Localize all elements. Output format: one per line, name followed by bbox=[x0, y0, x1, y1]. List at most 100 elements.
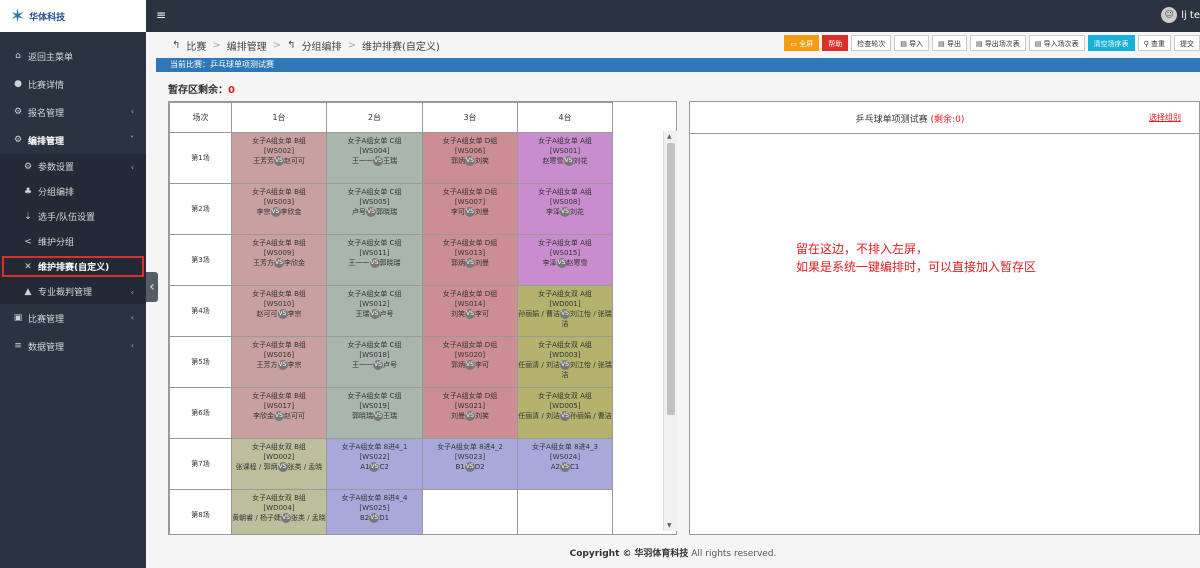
match-card[interactable]: 女子A组女单 8进4_2 [WS023] B1VSD2 bbox=[422, 438, 518, 490]
submit-button[interactable]: 提交 bbox=[1174, 35, 1200, 51]
player-1: 李泽 bbox=[542, 259, 557, 267]
match-card[interactable]: 女子A组女单 B组 [WS002] 王芳芳VS赵可可 bbox=[231, 132, 327, 184]
match-card[interactable]: 女子A组女双 B组 [WD002] 张课程 / 郭炳VS张类 / 孟晓 bbox=[231, 438, 327, 490]
sidebar-item-maintain-schedule[interactable]: ✕ 维护排赛(自定义) bbox=[0, 254, 146, 279]
sidebar-item-registration[interactable]: ⚙ 报名管理 ‹ bbox=[0, 98, 146, 126]
match-players: 刘曼VS刘笑 bbox=[423, 411, 517, 421]
match-card[interactable]: 女子A组女双 A组 [WD005] 任丽清 / 刘洁VS孙丽娟 / 曹洁 bbox=[517, 387, 613, 439]
back-arrow-icon[interactable]: ↰ bbox=[287, 40, 295, 51]
sidebar-item-data-manage[interactable]: ≡ 数据管理 ‹ bbox=[0, 332, 146, 360]
share-icon: < bbox=[24, 236, 32, 247]
vs-icon: VS bbox=[277, 462, 288, 472]
scroll-thumb[interactable] bbox=[667, 143, 675, 415]
sidebar-item-match-manage[interactable]: ▣ 比赛管理 ‹ bbox=[0, 304, 146, 332]
match-card[interactable]: 女子A组女单 D组 [WS013] 郭炳VS刘曼 bbox=[422, 234, 518, 286]
match-card[interactable]: 女子A组女单 A组 [WS015] 李泽VS赵寒雪 bbox=[517, 234, 613, 286]
match-card[interactable]: 女子A组女单 8进4_3 [WS024] A2VSC1 bbox=[517, 438, 613, 490]
match-card[interactable]: 女子A组女单 B组 [WS017] 李欣金VS赵可可 bbox=[231, 387, 327, 439]
match-card[interactable]: 女子A组女双 A组 [WD001] 孙丽娟 / 曹洁VS刘江怡 / 张瑞洁 bbox=[517, 285, 613, 337]
sidebar-item-arrangement[interactable]: ⚙ 编排管理 ˅ bbox=[0, 126, 146, 154]
clear-schedule-button[interactable]: 清空场序表 bbox=[1087, 35, 1135, 51]
round-label: 第7场 bbox=[169, 438, 232, 490]
help-button[interactable]: 帮助 bbox=[822, 35, 849, 51]
match-id: [WS003] bbox=[263, 198, 295, 206]
vs-icon: VS bbox=[369, 462, 380, 472]
match-card[interactable]: 女子A组女双 B组 [WD004] 黄朝睿 / 杨子婕VS张类 / 孟晓 bbox=[231, 489, 327, 534]
match-card[interactable]: 女子A组女单 B组 [WS010] 赵可可VS李宗 bbox=[231, 285, 327, 337]
player-2: 赵可可 bbox=[284, 157, 305, 165]
match-id: [WS005] bbox=[359, 198, 390, 206]
select-group-link[interactable]: 选择组别 bbox=[1149, 112, 1181, 123]
sidebar-item-grouping[interactable]: ♣ 分组编排 bbox=[0, 179, 146, 204]
match-card[interactable]: 女子A组女单 C组 [WS011] 王一一VS郭晓瑞 bbox=[326, 234, 423, 286]
import-button[interactable]: ▤ 导入 bbox=[894, 35, 930, 51]
logo[interactable]: ✶ 华体科技 bbox=[0, 0, 146, 32]
scroll-up-icon[interactable]: ▲ bbox=[667, 133, 672, 140]
match-players: 郭晓瑞VS王瑞 bbox=[327, 411, 422, 421]
schedule-scrollbar[interactable]: ▲ ▼ bbox=[663, 131, 677, 531]
export-schedule-button[interactable]: ▤ 导出场次表 bbox=[969, 35, 1026, 51]
schedule-grid: 场次 1台 2台 3台 4台 第1场 女子A组女单 B组 [WS002] 王芳芳VS赵可可 女子… bbox=[169, 102, 613, 534]
match-card[interactable]: 女子A组女单 B组 [WS003] 李宗VS李欣金 bbox=[231, 183, 327, 235]
vs-icon: VS bbox=[277, 309, 288, 319]
check-rounds-button[interactable]: 检查轮次 bbox=[851, 35, 892, 51]
match-card[interactable]: 女子A组女单 A组 [WS008] 李泽VS刘花 bbox=[517, 183, 613, 235]
match-card[interactable]: 女子A组女单 B组 [WS009] 王芳方VS李欣金 bbox=[231, 234, 327, 286]
empty-slot[interactable] bbox=[517, 489, 613, 534]
match-id: [WS007] bbox=[454, 198, 486, 206]
sidebar-item-params[interactable]: ⚙ 参数设置 ‹ bbox=[0, 154, 146, 179]
match-card[interactable]: 女子A组女单 A组 [WS001] 赵寒雪VS刘花 bbox=[517, 132, 613, 184]
sidebar-item-maintain-group[interactable]: < 维护分组 bbox=[0, 229, 146, 254]
empty-slot[interactable] bbox=[422, 489, 518, 534]
sidebar-item-back[interactable]: ⌂ 返回主菜单 bbox=[0, 42, 146, 70]
random-icon: ✕ bbox=[24, 261, 32, 272]
match-card[interactable]: 女子A组女单 8进4_1 [WS022] A1VSC2 bbox=[326, 438, 423, 490]
vs-icon: VS bbox=[563, 156, 574, 166]
user-menu[interactable]: ☺ lj te bbox=[1161, 7, 1200, 23]
sidebar-item-label: 选手/队伍设置 bbox=[38, 213, 96, 223]
match-card[interactable]: 女子A组女单 D组 [WS020] 郭炳VS李可 bbox=[422, 336, 518, 388]
menu-toggle-icon[interactable]: ≡ bbox=[156, 8, 166, 22]
match-group: 女子A组女单 D组 bbox=[442, 188, 498, 196]
match-card[interactable]: 女子A组女单 C组 [WS018] 王一一VS卢号 bbox=[326, 336, 423, 388]
vs-icon: VS bbox=[274, 258, 284, 268]
back-arrow-icon[interactable]: ↰ bbox=[172, 40, 180, 51]
match-card[interactable]: 女子A组女单 C组 [WS012] 王瑞VS卢号 bbox=[326, 285, 423, 337]
holding-area-note: 留在这边，不排入左屏， 如果是系统一键编排时，可以直接加入暂存区 bbox=[796, 242, 1037, 274]
match-card[interactable]: 女子A组女双 A组 [WD003] 任丽清 / 刘洁VS刘江怡 / 张瑞洁 bbox=[517, 336, 613, 388]
sidebar-item-label: 比赛管理 bbox=[28, 314, 65, 325]
fullscreen-button[interactable]: ▭ 全屏 bbox=[784, 35, 820, 51]
table-row: 第1场 女子A组女单 B组 [WS002] 王芳芳VS赵可可 女子A组女单 C组 [WS0… bbox=[169, 132, 613, 184]
table-row: 第7场 女子A组女双 B组 [WD002] 张课程 / 郭炳VS张类 / 孟晓 女子A组… bbox=[169, 438, 613, 490]
sidebar-item-match-detail[interactable]: ● 比赛详情 bbox=[0, 70, 146, 98]
sidebar-item-referees[interactable]: ▲ 专业裁判管理 ‹ bbox=[0, 279, 146, 304]
match-card[interactable]: 女子A组女单 B组 [WS016] 王芳方VS李宗 bbox=[231, 336, 327, 388]
player-1: 赵可可 bbox=[256, 310, 278, 318]
top-bar: ≡ ☺ lj te bbox=[146, 0, 1200, 32]
match-card[interactable]: 女子A组女单 C组 [WS004] 王一一VS王瑞 bbox=[326, 132, 423, 184]
match-card[interactable]: 女子A组女单 8进4_4 [WS025] B2VSD1 bbox=[326, 489, 423, 534]
vs-icon: VS bbox=[270, 207, 281, 217]
match-card[interactable]: 女子A组女单 D组 [WS014] 刘笑VS李可 bbox=[422, 285, 518, 337]
sidebar-collapse-handle[interactable]: ‹ bbox=[146, 272, 158, 302]
breadcrumb-item[interactable]: 比赛 bbox=[186, 38, 206, 53]
logo-mark-icon: ✶ bbox=[10, 5, 26, 27]
player-1: 王芳芳 bbox=[253, 157, 274, 165]
breadcrumb-item[interactable]: 分组编排 bbox=[302, 38, 342, 53]
match-card[interactable]: 女子A组女单 D组 [WS007] 李可VS刘曼 bbox=[422, 183, 518, 235]
scroll-down-icon[interactable]: ▼ bbox=[667, 522, 672, 529]
sidebar-item-players[interactable]: ⇣ 选手/队伍设置 bbox=[0, 204, 146, 229]
check-duplicates-button[interactable]: ⚲ 查重 bbox=[1137, 35, 1171, 51]
export-button[interactable]: ▤ 导出 bbox=[932, 35, 967, 51]
player-2: 刘曼 bbox=[475, 259, 489, 267]
breadcrumb-item[interactable]: 编排管理 bbox=[227, 38, 267, 53]
match-card[interactable]: 女子A组女单 C组 [WS005] 卢号VS郭晓瑞 bbox=[326, 183, 423, 235]
home-icon: ⌂ bbox=[15, 51, 21, 61]
import-schedule-button[interactable]: ▤ 导入场次表 bbox=[1028, 35, 1085, 51]
match-card[interactable]: 女子A组女单 C组 [WS019] 郭晓瑞VS王瑞 bbox=[326, 387, 423, 439]
vs-icon: VS bbox=[369, 309, 380, 319]
breadcrumb-separator: > bbox=[272, 40, 282, 51]
breadcrumb-separator: > bbox=[347, 40, 356, 51]
match-card[interactable]: 女子A组女单 D组 [WS006] 郭炳VS刘笑 bbox=[422, 132, 518, 184]
match-card[interactable]: 女子A组女单 D组 [WS021] 刘曼VS刘笑 bbox=[422, 387, 518, 439]
